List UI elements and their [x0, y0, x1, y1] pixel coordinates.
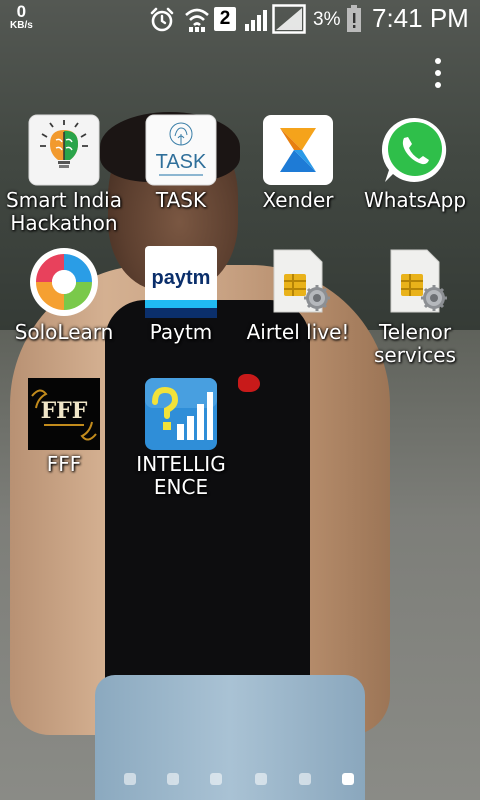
- app-label-line: Hackathon: [10, 211, 118, 235]
- xender-icon: [262, 114, 334, 186]
- page-indicator[interactable]: [0, 768, 480, 788]
- sim-slot-badge: 2: [214, 7, 236, 31]
- alarm-icon: [149, 7, 175, 37]
- overflow-menu-icon[interactable]: [426, 56, 450, 92]
- app-label-line: WhatsApp: [363, 188, 467, 212]
- status-clock: 7:41 PM: [372, 3, 469, 33]
- page-dot[interactable]: [124, 773, 136, 785]
- intelligence-icon: [145, 378, 217, 450]
- status-bar[interactable]: 0 KB/s 2 3% 7:41 PM: [0, 0, 480, 38]
- app-label-line: SoloLearn: [14, 320, 114, 344]
- app-label-line: services: [373, 343, 457, 367]
- app-paytm[interactable]: paytm Paytm: [121, 246, 241, 344]
- paytm-icon-text: paytm: [152, 267, 211, 289]
- app-label-line: Smart India: [6, 188, 122, 212]
- fff-icon: FFF: [28, 378, 100, 450]
- app-label-line: TASK: [155, 188, 207, 212]
- fff-icon-text: FFF: [41, 398, 88, 424]
- sololearn-icon: [28, 246, 100, 318]
- task-icon: TASK: [145, 114, 217, 186]
- app-airtel-live[interactable]: Airtel live!: [238, 246, 358, 344]
- app-xender[interactable]: Xender: [238, 114, 358, 212]
- app-label-line: INTELLIG: [136, 452, 226, 476]
- battery-percent: 3%: [313, 9, 341, 30]
- task-icon-text: TASK: [156, 151, 207, 173]
- page-dot[interactable]: [255, 773, 267, 785]
- sim-toolkit-icon: [262, 246, 334, 318]
- network-speed-indicator: 0 KB/s: [10, 3, 33, 31]
- app-smart-india-hackathon[interactable]: Smart India Hackathon: [4, 114, 124, 235]
- app-whatsapp[interactable]: WhatsApp: [355, 114, 475, 212]
- app-label-line: ENCE: [153, 475, 209, 499]
- paytm-icon: paytm: [145, 246, 217, 318]
- app-label-line: Paytm: [149, 320, 213, 344]
- signal-strength-icon: [244, 8, 268, 36]
- app-label-line: Airtel live!: [246, 320, 350, 344]
- page-dot[interactable]: [210, 773, 222, 785]
- app-label-line: Telenor: [378, 320, 452, 344]
- net-speed-value: 0: [16, 2, 27, 21]
- app-sololearn[interactable]: SoloLearn: [4, 246, 124, 344]
- app-fff[interactable]: FFF FFF: [4, 378, 124, 476]
- app-task[interactable]: TASK TASK: [121, 114, 241, 212]
- sim-toolkit-icon: [379, 246, 451, 318]
- net-speed-unit: KB/s: [10, 20, 33, 31]
- whatsapp-icon: [379, 114, 451, 186]
- wallpaper-tshirt: [105, 300, 310, 700]
- battery-low-icon: [346, 5, 362, 37]
- signal-strength-empty-icon: [272, 4, 306, 38]
- wallpaper-shirt-logo: [238, 374, 260, 392]
- wifi-icon: [184, 5, 210, 37]
- app-label-line: Xender: [262, 188, 334, 212]
- page-dot-active[interactable]: [342, 773, 354, 785]
- page-dot[interactable]: [299, 773, 311, 785]
- app-intelligence[interactable]: INTELLIG ENCE: [121, 378, 241, 499]
- app-label-line: FFF: [46, 452, 82, 476]
- page-dot[interactable]: [167, 773, 179, 785]
- smart-india-hackathon-icon: [28, 114, 100, 186]
- app-telenor-services[interactable]: Telenor services: [355, 246, 475, 367]
